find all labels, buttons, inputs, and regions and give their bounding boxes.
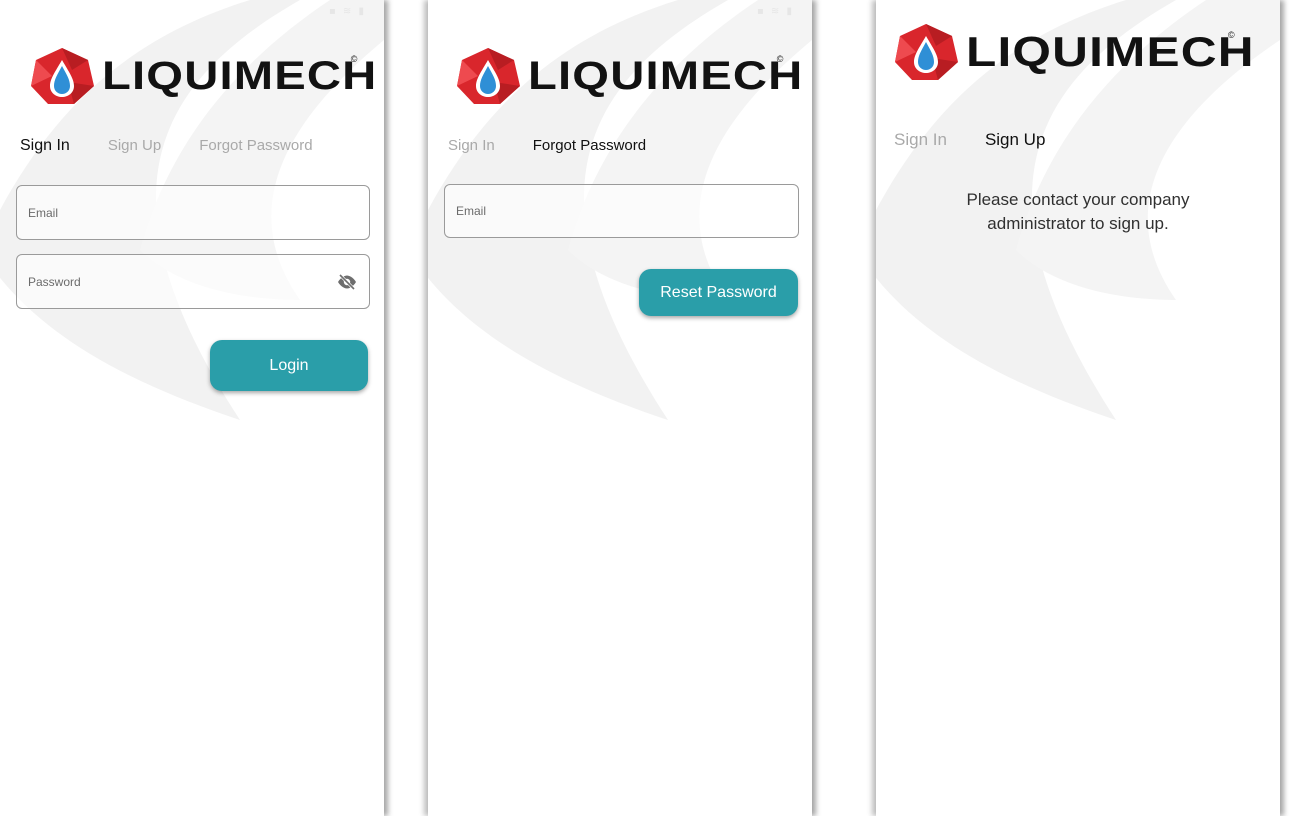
reset-password-button[interactable]: Reset Password bbox=[639, 269, 798, 316]
brand-logo: LIQUIMECH © bbox=[454, 46, 802, 106]
auth-tabs: Sign In Forgot Password bbox=[448, 137, 684, 154]
tab-sign-up[interactable]: Sign Up bbox=[985, 130, 1045, 150]
liquimech-logo-mark bbox=[457, 48, 520, 104]
sign-up-message-line-2: administrator to sign up. bbox=[987, 214, 1169, 233]
brand-wordmark: LIQUIMECH bbox=[102, 54, 378, 98]
background-watermark bbox=[876, 0, 1280, 420]
registered-mark: © bbox=[776, 54, 784, 64]
liquimech-logo-mark bbox=[895, 24, 958, 80]
background-watermark bbox=[0, 0, 384, 420]
login-button[interactable]: Login bbox=[210, 340, 368, 391]
eye-off-icon[interactable] bbox=[337, 273, 357, 290]
email-field[interactable]: Email bbox=[16, 185, 370, 240]
tab-sign-in[interactable]: Sign In bbox=[448, 137, 495, 154]
password-field[interactable]: Password bbox=[16, 254, 370, 309]
status-bar-icons: ▪ ≋ ▮ bbox=[328, 6, 366, 17]
liquimech-logo-mark bbox=[31, 48, 94, 104]
forgot-password-screen: ▪ ≋ ▮ LIQUIMECH © Sign In Forgot Passwor… bbox=[428, 0, 812, 816]
brand-logo: LIQUIMECH © bbox=[28, 46, 376, 106]
email-placeholder: Email bbox=[28, 205, 59, 220]
tab-sign-in[interactable]: Sign In bbox=[894, 130, 947, 150]
sign-up-message: Please contact your company administrato… bbox=[886, 188, 1270, 236]
email-field[interactable]: Email bbox=[444, 184, 799, 238]
status-bar-icons: ▪ ≋ ▮ bbox=[756, 6, 794, 17]
sign-up-screen: LIQUIMECH © Sign In Sign Up Please conta… bbox=[876, 0, 1280, 816]
background-watermark bbox=[428, 0, 812, 420]
sign-up-message-line-1: Please contact your company bbox=[966, 190, 1190, 209]
registered-mark: © bbox=[1228, 30, 1235, 40]
email-placeholder: Email bbox=[456, 204, 487, 218]
registered-mark: © bbox=[350, 54, 358, 64]
tab-sign-up[interactable]: Sign Up bbox=[108, 137, 161, 154]
password-placeholder: Password bbox=[28, 274, 81, 289]
tab-forgot-password[interactable]: Forgot Password bbox=[199, 137, 312, 154]
brand-logo: LIQUIMECH © bbox=[892, 22, 1254, 82]
tab-forgot-password[interactable]: Forgot Password bbox=[533, 137, 646, 154]
brand-wordmark: LIQUIMECH bbox=[528, 54, 804, 98]
sign-in-screen: ▪ ≋ ▮ LIQUIMECH © Sign In Sign Up Forgot… bbox=[0, 0, 384, 816]
auth-tabs: Sign In Sign Up bbox=[894, 130, 1083, 150]
tab-sign-in[interactable]: Sign In bbox=[20, 137, 70, 155]
brand-wordmark: LIQUIMECH bbox=[966, 28, 1255, 75]
auth-tabs: Sign In Sign Up Forgot Password bbox=[20, 137, 351, 155]
